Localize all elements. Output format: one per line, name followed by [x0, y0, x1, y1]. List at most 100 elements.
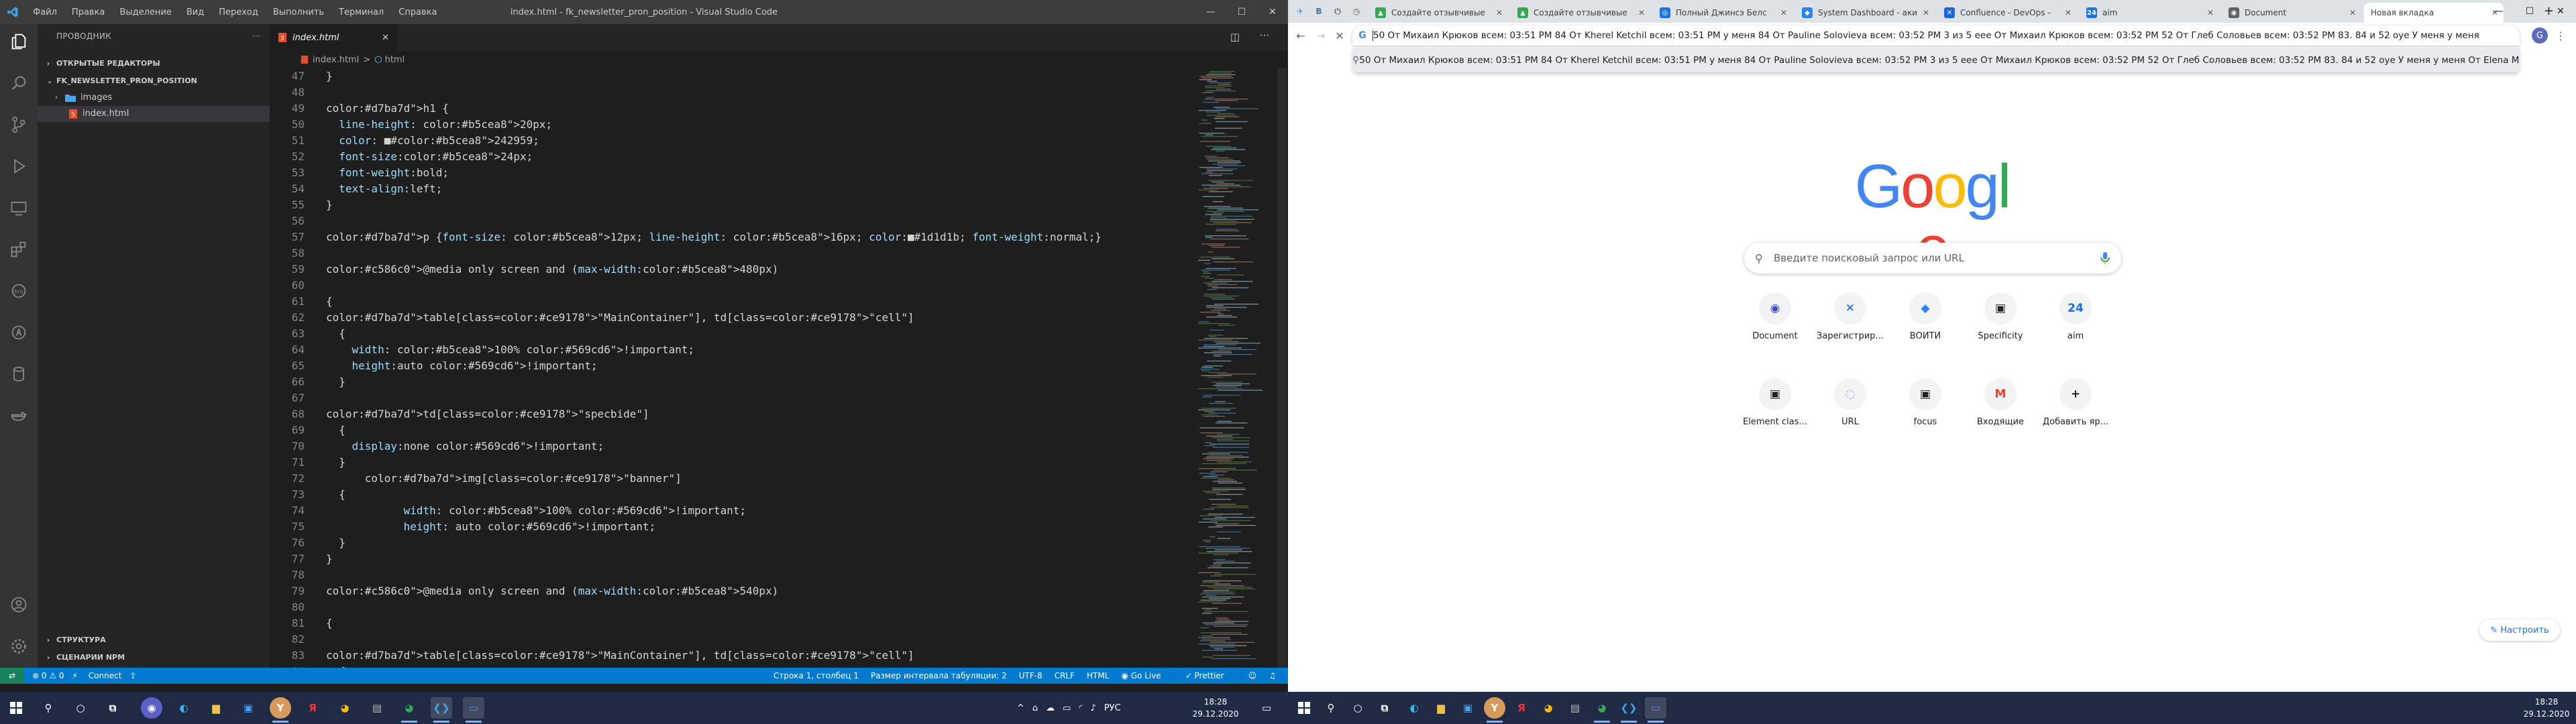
docker-whale-icon[interactable]	[8, 405, 30, 426]
problems-indicator[interactable]: ⊗ 0 ⚠ 0	[32, 671, 64, 680]
stop-loading-icon[interactable]: ✕	[1332, 28, 1347, 43]
search-icon[interactable]	[8, 72, 30, 94]
close-tab-icon[interactable]: ✕	[2065, 8, 2072, 17]
browser-tab[interactable]: ✕ Confluence - DevOps - ✕	[1937, 3, 2077, 23]
suggestion-item[interactable]: ⚲ 50 От Михаил Крюков всем: 03:51 PM 84 …	[1352, 48, 2520, 72]
zoom-icon[interactable]: ▭	[1645, 697, 1666, 723]
code-line[interactable]: 65 height:auto color:#569cd6">!important…	[270, 358, 1195, 374]
menu-file[interactable]: Файл	[25, 7, 64, 17]
code-line[interactable]: 62 color:#d7ba7d">table[class=color:#ce91…	[270, 310, 1195, 326]
cursor-position[interactable]: Строка 1, столбец 1	[773, 671, 859, 680]
app-icon[interactable]: ▤	[1564, 697, 1586, 719]
shortcut-tile[interactable]: ◉ Document	[1737, 282, 1813, 357]
remote-indicator-icon[interactable]: ⇄	[0, 668, 24, 684]
shortcut-tile[interactable]: 24 aim	[2038, 282, 2113, 357]
close-tab-icon[interactable]: ✕	[1496, 8, 1503, 17]
search-icon[interactable]: ⚲	[38, 697, 59, 719]
close-button[interactable]: ✕	[2545, 0, 2576, 23]
customize-button[interactable]: ✎ Настроить	[2479, 619, 2560, 641]
split-editor-icon[interactable]: ◫	[1230, 31, 1240, 43]
task-view-icon[interactable]: ⧉	[102, 697, 123, 719]
store-icon[interactable]: ▣	[237, 697, 259, 719]
zoom-icon[interactable]: ▭	[463, 697, 484, 723]
chrome-icon[interactable]: ◕	[1538, 697, 1559, 719]
close-tab-icon[interactable]: ✕	[382, 33, 389, 43]
docker-icon[interactable]: bro	[8, 280, 30, 302]
code-line[interactable]: 79 color:#c586c0">@media only screen and …	[270, 583, 1195, 599]
remote-explorer-icon[interactable]	[8, 197, 30, 219]
workspace-folder-section[interactable]: ⌄ FK_NEWSLETTER_PRON_POSITION	[38, 72, 270, 90]
browser-tab[interactable]: ▲ Создайте отзывчивые ✕	[1368, 3, 1508, 23]
close-tab-icon[interactable]: ✕	[1638, 8, 1645, 17]
file-explorer-icon[interactable]: ▆	[205, 697, 227, 719]
maximize-button[interactable]: ☐	[2514, 0, 2545, 23]
code-line[interactable]: 73 {	[270, 487, 1195, 503]
minimize-button[interactable]: —	[1195, 0, 1226, 24]
address-bar[interactable]: G 50 От Михаил Крюков всем: 03:51 PM 84 …	[1352, 25, 2520, 46]
chrome-menu-icon[interactable]: ⋮	[2553, 28, 2568, 43]
account-icon[interactable]	[8, 594, 30, 615]
menu-help[interactable]: Справка	[391, 7, 444, 17]
tray-chevron-up-icon[interactable]: ^	[1017, 703, 1024, 713]
volume-icon[interactable]: ♪	[1091, 703, 1096, 713]
more-actions-icon[interactable]: ···	[252, 24, 260, 48]
outline-section[interactable]: › СТРУКТУРА	[38, 631, 270, 649]
extensions-icon[interactable]	[8, 239, 30, 260]
open-editors-section[interactable]: › ОТКРЫТЫЕ РЕДАКТОРЫ	[38, 55, 270, 72]
minimap[interactable]	[1195, 68, 1288, 668]
code-line[interactable]: 77}	[270, 551, 1195, 567]
settings-gear-icon[interactable]	[8, 636, 30, 657]
cortana-icon[interactable]: ○	[1347, 697, 1368, 719]
windows-start-icon[interactable]	[5, 697, 27, 719]
shortcut-tile[interactable]: ◆ ВОЙТИ	[1888, 282, 1963, 357]
keyboard-language[interactable]: РУС	[1104, 703, 1121, 713]
clock[interactable]: 18:28 29.12.2020	[1189, 696, 1242, 720]
shortcut-tile[interactable]: ✕ Зарегистрир...	[1813, 282, 1888, 357]
line-ending[interactable]: CRLF	[1055, 671, 1075, 680]
yandex-browser-icon[interactable]: Y	[1484, 697, 1505, 723]
yandex-icon[interactable]: Я	[302, 697, 323, 719]
explorer-icon[interactable]	[8, 31, 30, 52]
tab-index-html[interactable]: 5 index.html ✕	[270, 24, 397, 51]
code-editor[interactable]: 47} 48 49 color:#d7ba7d">h1 {50 line-height…	[270, 68, 1195, 668]
code-line[interactable]: 59 color:#c586c0">@media only screen and …	[270, 261, 1195, 278]
edge-icon[interactable]: ◐	[1403, 697, 1425, 719]
code-line[interactable]: 48	[270, 84, 1195, 101]
feedback-icon[interactable]: ☺	[1248, 671, 1257, 680]
code-line[interactable]: 66 }	[270, 374, 1195, 390]
ntp-search-box[interactable]: ⚲ Введите поисковый запрос или URL	[1744, 243, 2121, 274]
code-line[interactable]: 76 }	[270, 535, 1195, 551]
code-line[interactable]: 70 display:none color:#569cd6">!importan…	[270, 438, 1195, 455]
tab-new-tab[interactable]: Новая вкладка ✕	[2364, 3, 2504, 23]
menu-run[interactable]: Выполнить	[266, 7, 331, 17]
menu-view[interactable]: Вид	[179, 7, 211, 17]
cloud-icon[interactable]: ☁	[1046, 703, 1055, 713]
windows-start-icon[interactable]	[1293, 697, 1315, 719]
maximize-button[interactable]: ☐	[1226, 0, 1257, 24]
code-line[interactable]: 82	[270, 631, 1195, 648]
app-icon[interactable]: ▤	[366, 697, 388, 719]
code-line[interactable]: 52 font-size:color:#b5cea8">24px;	[270, 149, 1195, 165]
microphone-icon[interactable]	[2097, 250, 2113, 266]
tree-item-index-html[interactable]: 5 index.html	[38, 106, 270, 122]
connect-indicator[interactable]: ⚡ Connect	[72, 671, 122, 680]
shortcut-tile[interactable]: ▣ focus	[1888, 367, 1963, 442]
code-line[interactable]: 83 color:#d7ba7d">table[class=color:#ce91…	[270, 648, 1195, 664]
code-line[interactable]: 63 {	[270, 326, 1195, 342]
code-line[interactable]: 56	[270, 213, 1195, 229]
prettier-button[interactable]: ✓ Prettier	[1185, 671, 1236, 680]
shortcut-tile[interactable]: ◌ URL	[1813, 367, 1888, 442]
browser-tab[interactable]: ▲ Создайте отзывчивые ✕	[1511, 3, 1650, 23]
tab-size[interactable]: Размер интервала табуляции: 2	[871, 671, 1007, 680]
browser-tab[interactable]: 24 aim ✕	[2080, 3, 2219, 23]
forward-arrow-icon[interactable]: →	[1313, 28, 1328, 43]
file-explorer-icon[interactable]: ▆	[1430, 697, 1452, 719]
more-actions-icon[interactable]: ···	[1260, 29, 1269, 42]
clock[interactable]: 18:28 29.12.2020	[2520, 696, 2573, 720]
code-line[interactable]: 53 font-weight:bold;	[270, 165, 1195, 181]
live-share-icon[interactable]: ⇪	[129, 671, 136, 680]
pinned-tab-telegram[interactable]: ✈	[1291, 3, 1309, 20]
encoding[interactable]: UTF-8	[1019, 671, 1042, 680]
code-line[interactable]: 68 color:#d7ba7d">td[class=color:#ce9178"…	[270, 406, 1195, 422]
code-line[interactable]: 54 text-align:left;	[270, 181, 1195, 197]
